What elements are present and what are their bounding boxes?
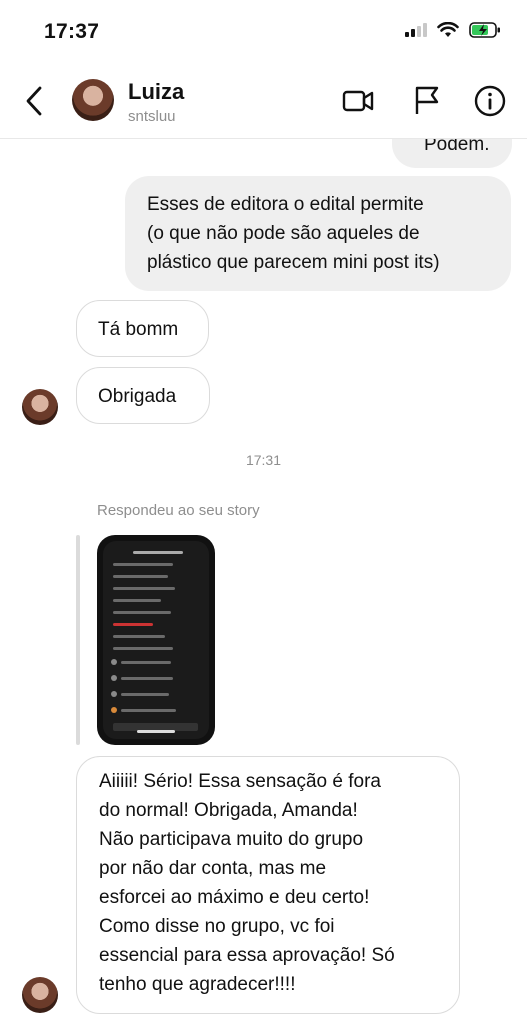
contact-name[interactable]: Luiza <box>128 79 184 105</box>
story-screenshot <box>103 541 209 739</box>
flag-icon[interactable] <box>410 84 446 118</box>
info-icon[interactable] <box>472 84 508 118</box>
contact-avatar[interactable] <box>72 79 114 121</box>
contact-handle[interactable]: sntsluu <box>128 108 176 125</box>
message-line: essencial para essa aprovação! Só <box>99 945 395 966</box>
status-icons <box>405 21 501 39</box>
status-time: 17:37 <box>44 20 100 43</box>
chat-header: Luiza sntsluu <box>0 66 527 139</box>
video-call-icon[interactable] <box>340 84 376 118</box>
message-text: Obrigada <box>98 386 177 407</box>
incoming-message[interactable]: Tá bomm <box>76 300 209 357</box>
cellular-signal-icon <box>405 23 427 37</box>
message-line: Esses de editora o edital permite <box>147 194 424 215</box>
story-reply-label: Respondeu ao seu story <box>97 502 260 519</box>
wifi-icon <box>437 22 459 37</box>
message-line: do normal! Obrigada, Amanda! <box>99 800 358 821</box>
message-line: (o que não pode são aqueles de <box>147 223 420 244</box>
message-line: tenho que agradecer!!!! <box>99 974 296 995</box>
story-reply-bar <box>76 535 80 745</box>
back-chevron-icon[interactable] <box>20 84 50 118</box>
incoming-message[interactable]: Aiiiii! Sério! Essa sensação é fora do n… <box>76 756 460 1014</box>
message-line: Não participava muito do grupo <box>99 829 364 850</box>
status-bar: 17:37 <box>0 0 527 66</box>
story-thumbnail[interactable] <box>97 535 215 745</box>
message-line: por não dar conta, mas me <box>99 858 327 879</box>
incoming-message[interactable]: Obrigada <box>76 367 210 424</box>
outgoing-message[interactable]: Esses de editora o edital permite (o que… <box>125 176 511 291</box>
sender-avatar[interactable] <box>22 977 58 1013</box>
message-line: esforcei ao máximo e deu certo! <box>99 887 370 908</box>
battery-charging-icon <box>469 22 500 38</box>
message-timestamp: 17:31 <box>245 452 282 468</box>
message-line: plástico que parecem mini post its) <box>147 252 440 273</box>
message-text: Tá bomm <box>98 319 179 340</box>
message-line: Como disse no grupo, vc foi <box>99 916 335 937</box>
sender-avatar[interactable] <box>22 389 58 425</box>
message-line: Aiiiii! Sério! Essa sensação é fora <box>99 771 381 792</box>
